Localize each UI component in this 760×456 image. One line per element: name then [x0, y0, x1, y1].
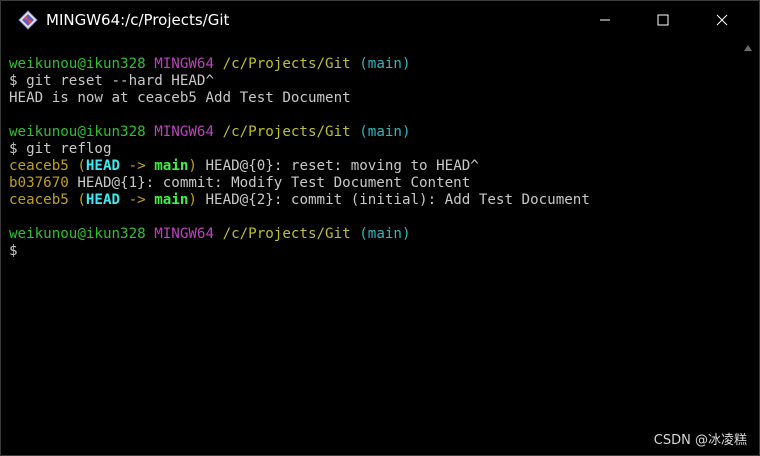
terminal-text-segment: weikunou@ikun328	[9, 226, 146, 242]
terminal-line: $ git reflog	[9, 141, 729, 158]
minimize-icon	[600, 19, 610, 21]
maximize-icon	[657, 14, 669, 26]
terminal-text-segment: )	[188, 158, 197, 174]
terminal-line: weikunou@ikun328 MINGW64 /c/Projects/Git…	[9, 124, 729, 141]
terminal-text-segment: /c/Projects/Git	[222, 56, 351, 72]
terminal-line: $	[9, 243, 729, 260]
terminal-text-segment: (main)	[359, 124, 411, 140]
terminal-text-segment: (	[68, 192, 86, 208]
terminal-window: MINGW64:/c/Projects/Git weikunou@ikun328…	[0, 0, 760, 456]
scroll-up-arrow-icon[interactable]	[744, 45, 752, 51]
scroll-track[interactable]	[743, 55, 753, 445]
terminal-text-segment: (main)	[359, 226, 411, 242]
terminal-text-segment: ->	[120, 158, 155, 174]
minimize-button[interactable]	[576, 1, 634, 39]
terminal-text-segment: weikunou@ikun328	[9, 56, 146, 72]
terminal-text-segment: $ git reflog	[9, 141, 112, 157]
terminal-line: ceaceb5 (HEAD -> main) HEAD@{2}: commit …	[9, 192, 729, 209]
terminal-text-segment: main	[154, 192, 189, 208]
terminal-text-segment: (main)	[359, 56, 411, 72]
terminal-text-segment: )	[188, 192, 197, 208]
git-bash-icon	[18, 10, 38, 30]
terminal-text-segment: MINGW64	[154, 226, 215, 242]
watermark: CSDN @冰凌糕	[653, 433, 747, 448]
terminal-text-segment: /c/Projects/Git	[222, 226, 351, 242]
terminal-text-segment: HEAD@{1}: commit: Modify Test Document C…	[68, 175, 471, 191]
terminal-text-segment: b037670	[9, 175, 69, 191]
terminal-line: b037670 HEAD@{1}: commit: Modify Test Do…	[9, 175, 729, 192]
terminal-text-segment: (	[68, 158, 86, 174]
terminal-text-segment: weikunou@ikun328	[9, 124, 146, 140]
terminal-text-segment: HEAD	[85, 158, 121, 174]
maximize-button[interactable]	[634, 1, 692, 39]
close-icon	[716, 14, 728, 26]
terminal-line: weikunou@ikun328 MINGW64 /c/Projects/Git…	[9, 56, 729, 73]
terminal-text-segment: ceaceb5	[9, 192, 69, 208]
terminal-text-segment: ceaceb5	[9, 158, 69, 174]
terminal-output[interactable]: weikunou@ikun328 MINGW64 /c/Projects/Git…	[9, 56, 729, 450]
terminal-text-segment: HEAD is now at ceaceb5 Add Test Document	[9, 90, 351, 106]
title-bar[interactable]: MINGW64:/c/Projects/Git	[1, 1, 759, 39]
terminal-text-segment: main	[154, 158, 189, 174]
window-title: MINGW64:/c/Projects/Git	[46, 11, 230, 29]
terminal-text-segment: HEAD@{2}: commit (initial): Add Test Doc…	[196, 192, 590, 208]
vertical-scrollbar[interactable]	[741, 41, 755, 453]
terminal-text-segment: $ git reset --hard HEAD^	[9, 73, 214, 89]
terminal-line: weikunou@ikun328 MINGW64 /c/Projects/Git…	[9, 226, 729, 243]
terminal-text-segment: ->	[120, 192, 155, 208]
terminal-line: $ git reset --hard HEAD^	[9, 73, 729, 90]
terminal-text-segment: $	[9, 243, 18, 259]
terminal-text-segment: MINGW64	[154, 56, 215, 72]
terminal-line: HEAD is now at ceaceb5 Add Test Document	[9, 90, 729, 107]
terminal-line: ceaceb5 (HEAD -> main) HEAD@{0}: reset: …	[9, 158, 729, 175]
close-button[interactable]	[693, 1, 751, 39]
terminal-text-segment: HEAD@{0}: reset: moving to HEAD^	[196, 158, 479, 174]
terminal-text-segment: /c/Projects/Git	[222, 124, 351, 140]
terminal-text-segment: HEAD	[85, 192, 121, 208]
terminal-text-segment: MINGW64	[154, 124, 215, 140]
